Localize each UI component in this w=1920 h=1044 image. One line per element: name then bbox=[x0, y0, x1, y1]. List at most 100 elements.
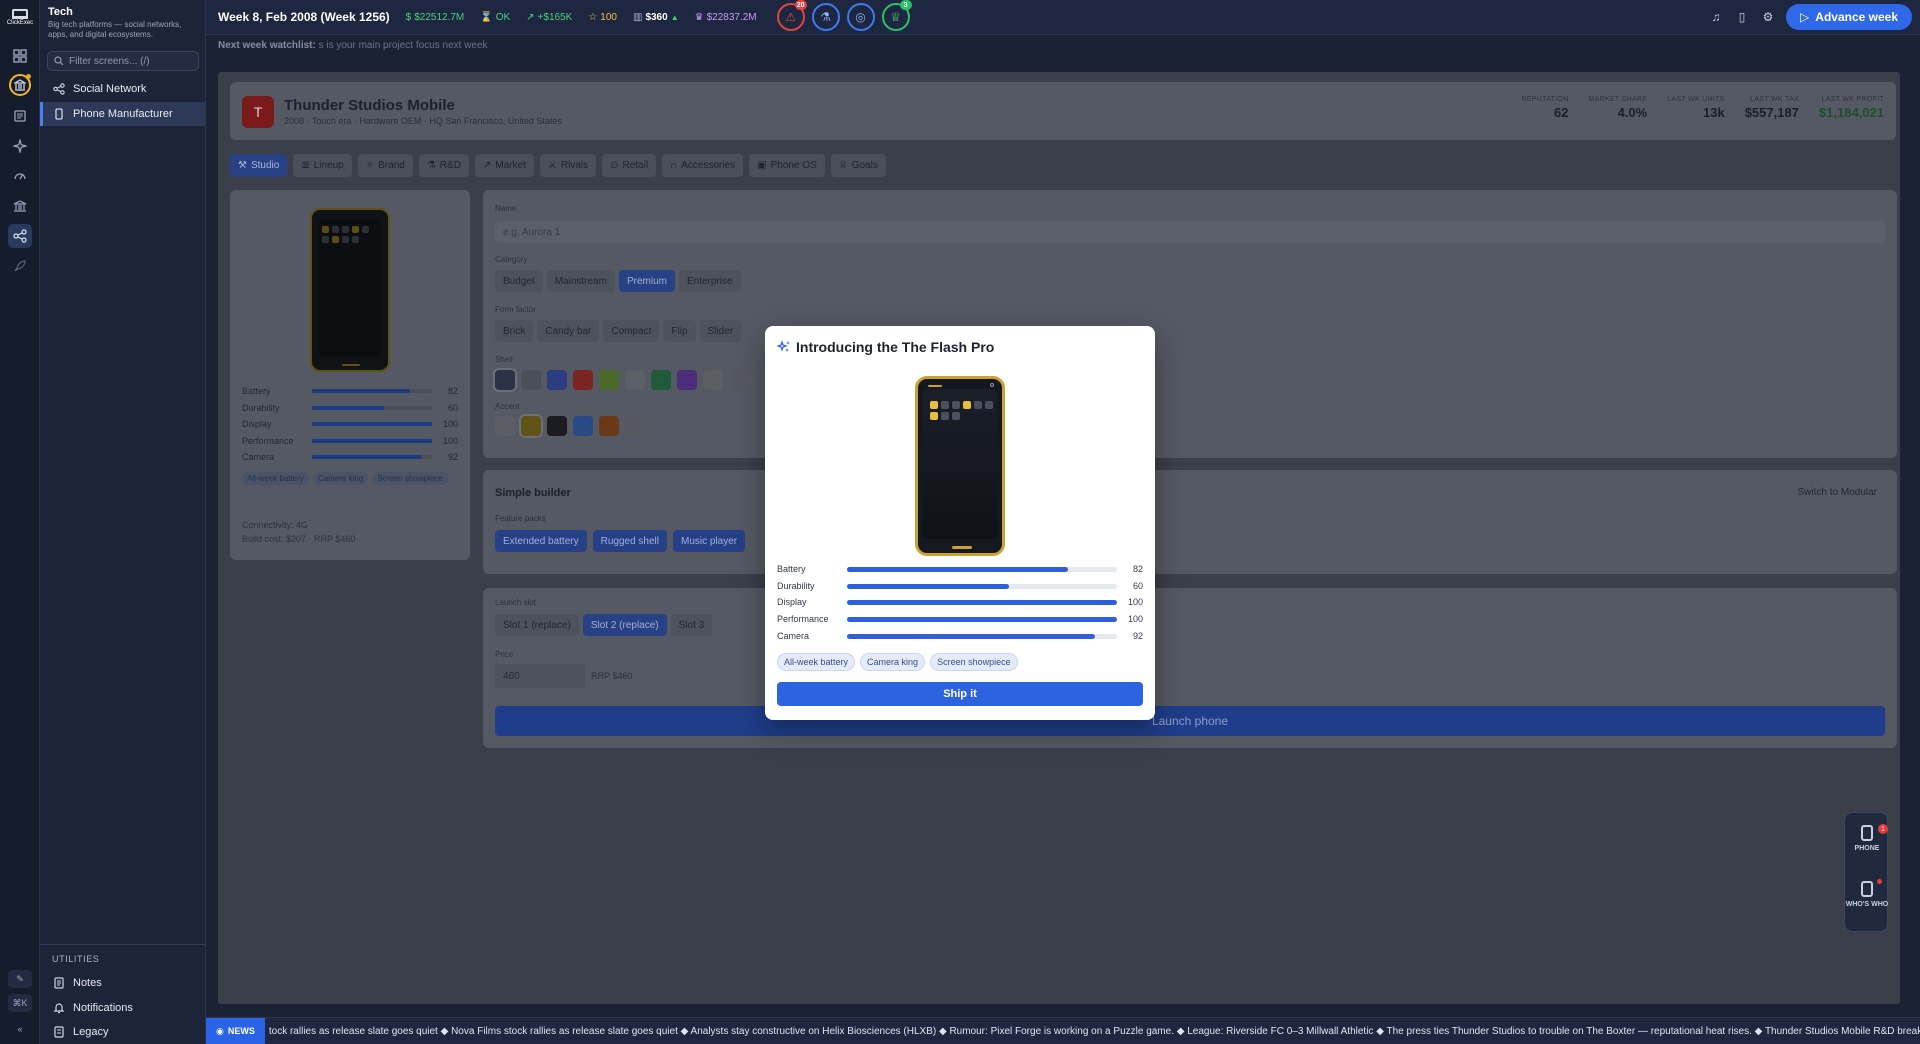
color-swatch[interactable] bbox=[625, 416, 645, 436]
instagram-button[interactable]: ◎ bbox=[846, 3, 875, 31]
tab-studio[interactable]: ⚒ Studio bbox=[230, 154, 288, 177]
pencil-icon[interactable]: ✎ bbox=[8, 970, 32, 988]
color-swatch[interactable] bbox=[519, 414, 543, 438]
trait-chip: All-week battery bbox=[777, 653, 856, 671]
gear-icon[interactable]: ⚙ bbox=[1760, 9, 1776, 25]
book-icon[interactable]: ▯ bbox=[1734, 9, 1750, 25]
connectivity-text: Connectivity: 4G bbox=[242, 520, 309, 530]
tab-phone-os[interactable]: ▣ Phone OS bbox=[749, 154, 825, 177]
advance-week-button[interactable]: ▷ Advance week bbox=[1786, 4, 1912, 30]
command-k-shortcut[interactable]: ⌘K bbox=[8, 994, 32, 1012]
company-subtitle: 2008 · Touch era · Hardware OEM · HQ San… bbox=[284, 116, 562, 126]
ship-it-button[interactable]: Ship it bbox=[777, 682, 1143, 706]
app-logo[interactable]: ClickExec bbox=[4, 6, 36, 28]
music-icon[interactable]: ♫ bbox=[1708, 9, 1724, 25]
color-swatch[interactable] bbox=[547, 416, 567, 436]
phone-icon bbox=[55, 108, 63, 120]
phone-preview-card: Battery 82 Durability 60 Display 100 Perfor… bbox=[230, 190, 470, 560]
category-option[interactable]: Budget bbox=[495, 270, 543, 292]
phone-icon bbox=[1861, 825, 1873, 841]
form-factor-option[interactable]: Slider bbox=[699, 320, 742, 342]
color-swatch[interactable] bbox=[677, 370, 697, 390]
tab-market[interactable]: ↗ Market bbox=[474, 154, 534, 177]
form-factor-option[interactable]: Compact bbox=[603, 320, 660, 342]
color-swatch[interactable] bbox=[703, 370, 723, 390]
dock-whos-who-button[interactable]: WHO'S WHO bbox=[1845, 881, 1889, 908]
nav-item-legacy[interactable]: Legacy bbox=[40, 1020, 206, 1044]
bank-icon[interactable] bbox=[9, 74, 31, 96]
nav-item-phone-manufacturer[interactable]: Phone Manufacturer bbox=[40, 102, 206, 126]
color-swatch[interactable] bbox=[495, 416, 515, 436]
feature-pack-button[interactable]: Rugged shell bbox=[592, 530, 667, 552]
form-factor-option[interactable]: Flip bbox=[663, 320, 696, 342]
tab-accessories[interactable]: ∩ Accessories bbox=[662, 154, 744, 177]
sparkles-icon[interactable] bbox=[8, 134, 32, 158]
company-logo: T bbox=[242, 96, 274, 128]
tab-rnd[interactable]: ⚗ R&D bbox=[418, 154, 469, 177]
nav-item-label: Legacy bbox=[73, 1026, 109, 1038]
wrench-icon: ⚒ bbox=[238, 160, 247, 171]
gauge-icon[interactable] bbox=[8, 164, 32, 188]
quick-actions: ⚠ 20 ⚗ ◎ ♕ 3 bbox=[776, 0, 912, 31]
color-swatch[interactable] bbox=[573, 370, 593, 390]
filter-screens-input[interactable]: Filter screens... (/) bbox=[47, 51, 199, 71]
form-factor-selector: Brick Candy bar Compact Flip Slider bbox=[495, 320, 742, 342]
newspaper-icon[interactable] bbox=[8, 104, 32, 128]
color-swatch[interactable] bbox=[625, 370, 645, 390]
share-network-icon[interactable] bbox=[8, 224, 32, 248]
accent-swatches bbox=[495, 414, 645, 438]
feature-packs-label: Feature packs bbox=[495, 514, 546, 523]
collapse-icon[interactable]: « bbox=[8, 1020, 32, 1038]
flask-icon: ⚗ bbox=[426, 160, 436, 171]
launch-slot-selector: Slot 1 (replace) Slot 2 (replace) Slot 3 bbox=[495, 614, 713, 636]
institution-icon[interactable] bbox=[8, 194, 32, 218]
spec-bar: Display 100 bbox=[242, 419, 458, 429]
goals-button[interactable]: ♕ 3 bbox=[881, 0, 912, 31]
camera-icon: ◎ bbox=[855, 10, 866, 24]
rocket-icon[interactable] bbox=[8, 254, 32, 278]
color-swatch[interactable] bbox=[599, 416, 619, 436]
trait-chips: All-week battery Camera king Screen show… bbox=[242, 472, 458, 485]
phone-name-input[interactable]: e.g. Aurora 1 bbox=[495, 221, 1885, 243]
accent-label: Accent bbox=[495, 402, 520, 411]
tab-goals[interactable]: ♕ Goals bbox=[830, 154, 886, 177]
tab-retail[interactable]: ⊙ Retail bbox=[602, 154, 657, 177]
section-title: Tech bbox=[48, 6, 73, 18]
color-swatch[interactable] bbox=[547, 370, 567, 390]
alerts-button[interactable]: ⚠ 20 bbox=[776, 0, 807, 31]
networth-stat: ♛ $22837.2M bbox=[694, 11, 757, 23]
color-swatch[interactable] bbox=[651, 370, 671, 390]
category-option[interactable]: Premium bbox=[618, 270, 675, 292]
spec-bar: Display 100 bbox=[777, 597, 1143, 607]
slot-option[interactable]: Slot 2 (replace) bbox=[582, 614, 667, 636]
color-swatch[interactable] bbox=[493, 368, 517, 392]
status-stat: ⌛ OK bbox=[480, 11, 511, 23]
cash-stat: $ $22512.7M bbox=[405, 11, 465, 23]
tab-rivals[interactable]: ⚔ Rivals bbox=[539, 154, 597, 177]
switch-modular-button[interactable]: Switch to Modular bbox=[1798, 487, 1877, 498]
color-swatch[interactable] bbox=[729, 370, 749, 390]
color-swatch[interactable] bbox=[599, 370, 619, 390]
feature-pack-button[interactable]: Music player bbox=[672, 530, 746, 552]
category-option[interactable]: Enterprise bbox=[678, 270, 741, 292]
building-icon bbox=[12, 9, 28, 19]
nav-item-notifications[interactable]: Notifications bbox=[40, 996, 206, 1020]
feature-packs: Extended battery Rugged shell Music play… bbox=[495, 530, 746, 552]
slot-option[interactable]: Slot 1 (replace) bbox=[495, 614, 579, 636]
tab-lineup[interactable]: ≣ Lineup bbox=[293, 154, 352, 177]
color-swatch[interactable] bbox=[573, 416, 593, 436]
nav-item-notes[interactable]: Notes bbox=[40, 971, 206, 995]
dashboard-icon[interactable] bbox=[8, 44, 32, 68]
nav-item-social-network[interactable]: Social Network bbox=[40, 77, 206, 101]
category-option[interactable]: Mainstream bbox=[546, 270, 615, 292]
slot-option[interactable]: Slot 3 bbox=[670, 614, 713, 636]
share-icon bbox=[53, 83, 65, 95]
tab-brand[interactable]: ✧ Brand bbox=[357, 154, 413, 177]
launch-phone-button[interactable]: Launch phone bbox=[495, 706, 1885, 736]
research-button[interactable]: ⚗ bbox=[811, 3, 840, 31]
feature-pack-button[interactable]: Extended battery bbox=[495, 530, 587, 552]
color-swatch[interactable] bbox=[521, 370, 541, 390]
price-input[interactable]: 460 bbox=[495, 664, 585, 688]
form-factor-option[interactable]: Brick bbox=[495, 320, 534, 342]
form-factor-option[interactable]: Candy bar bbox=[537, 320, 600, 342]
